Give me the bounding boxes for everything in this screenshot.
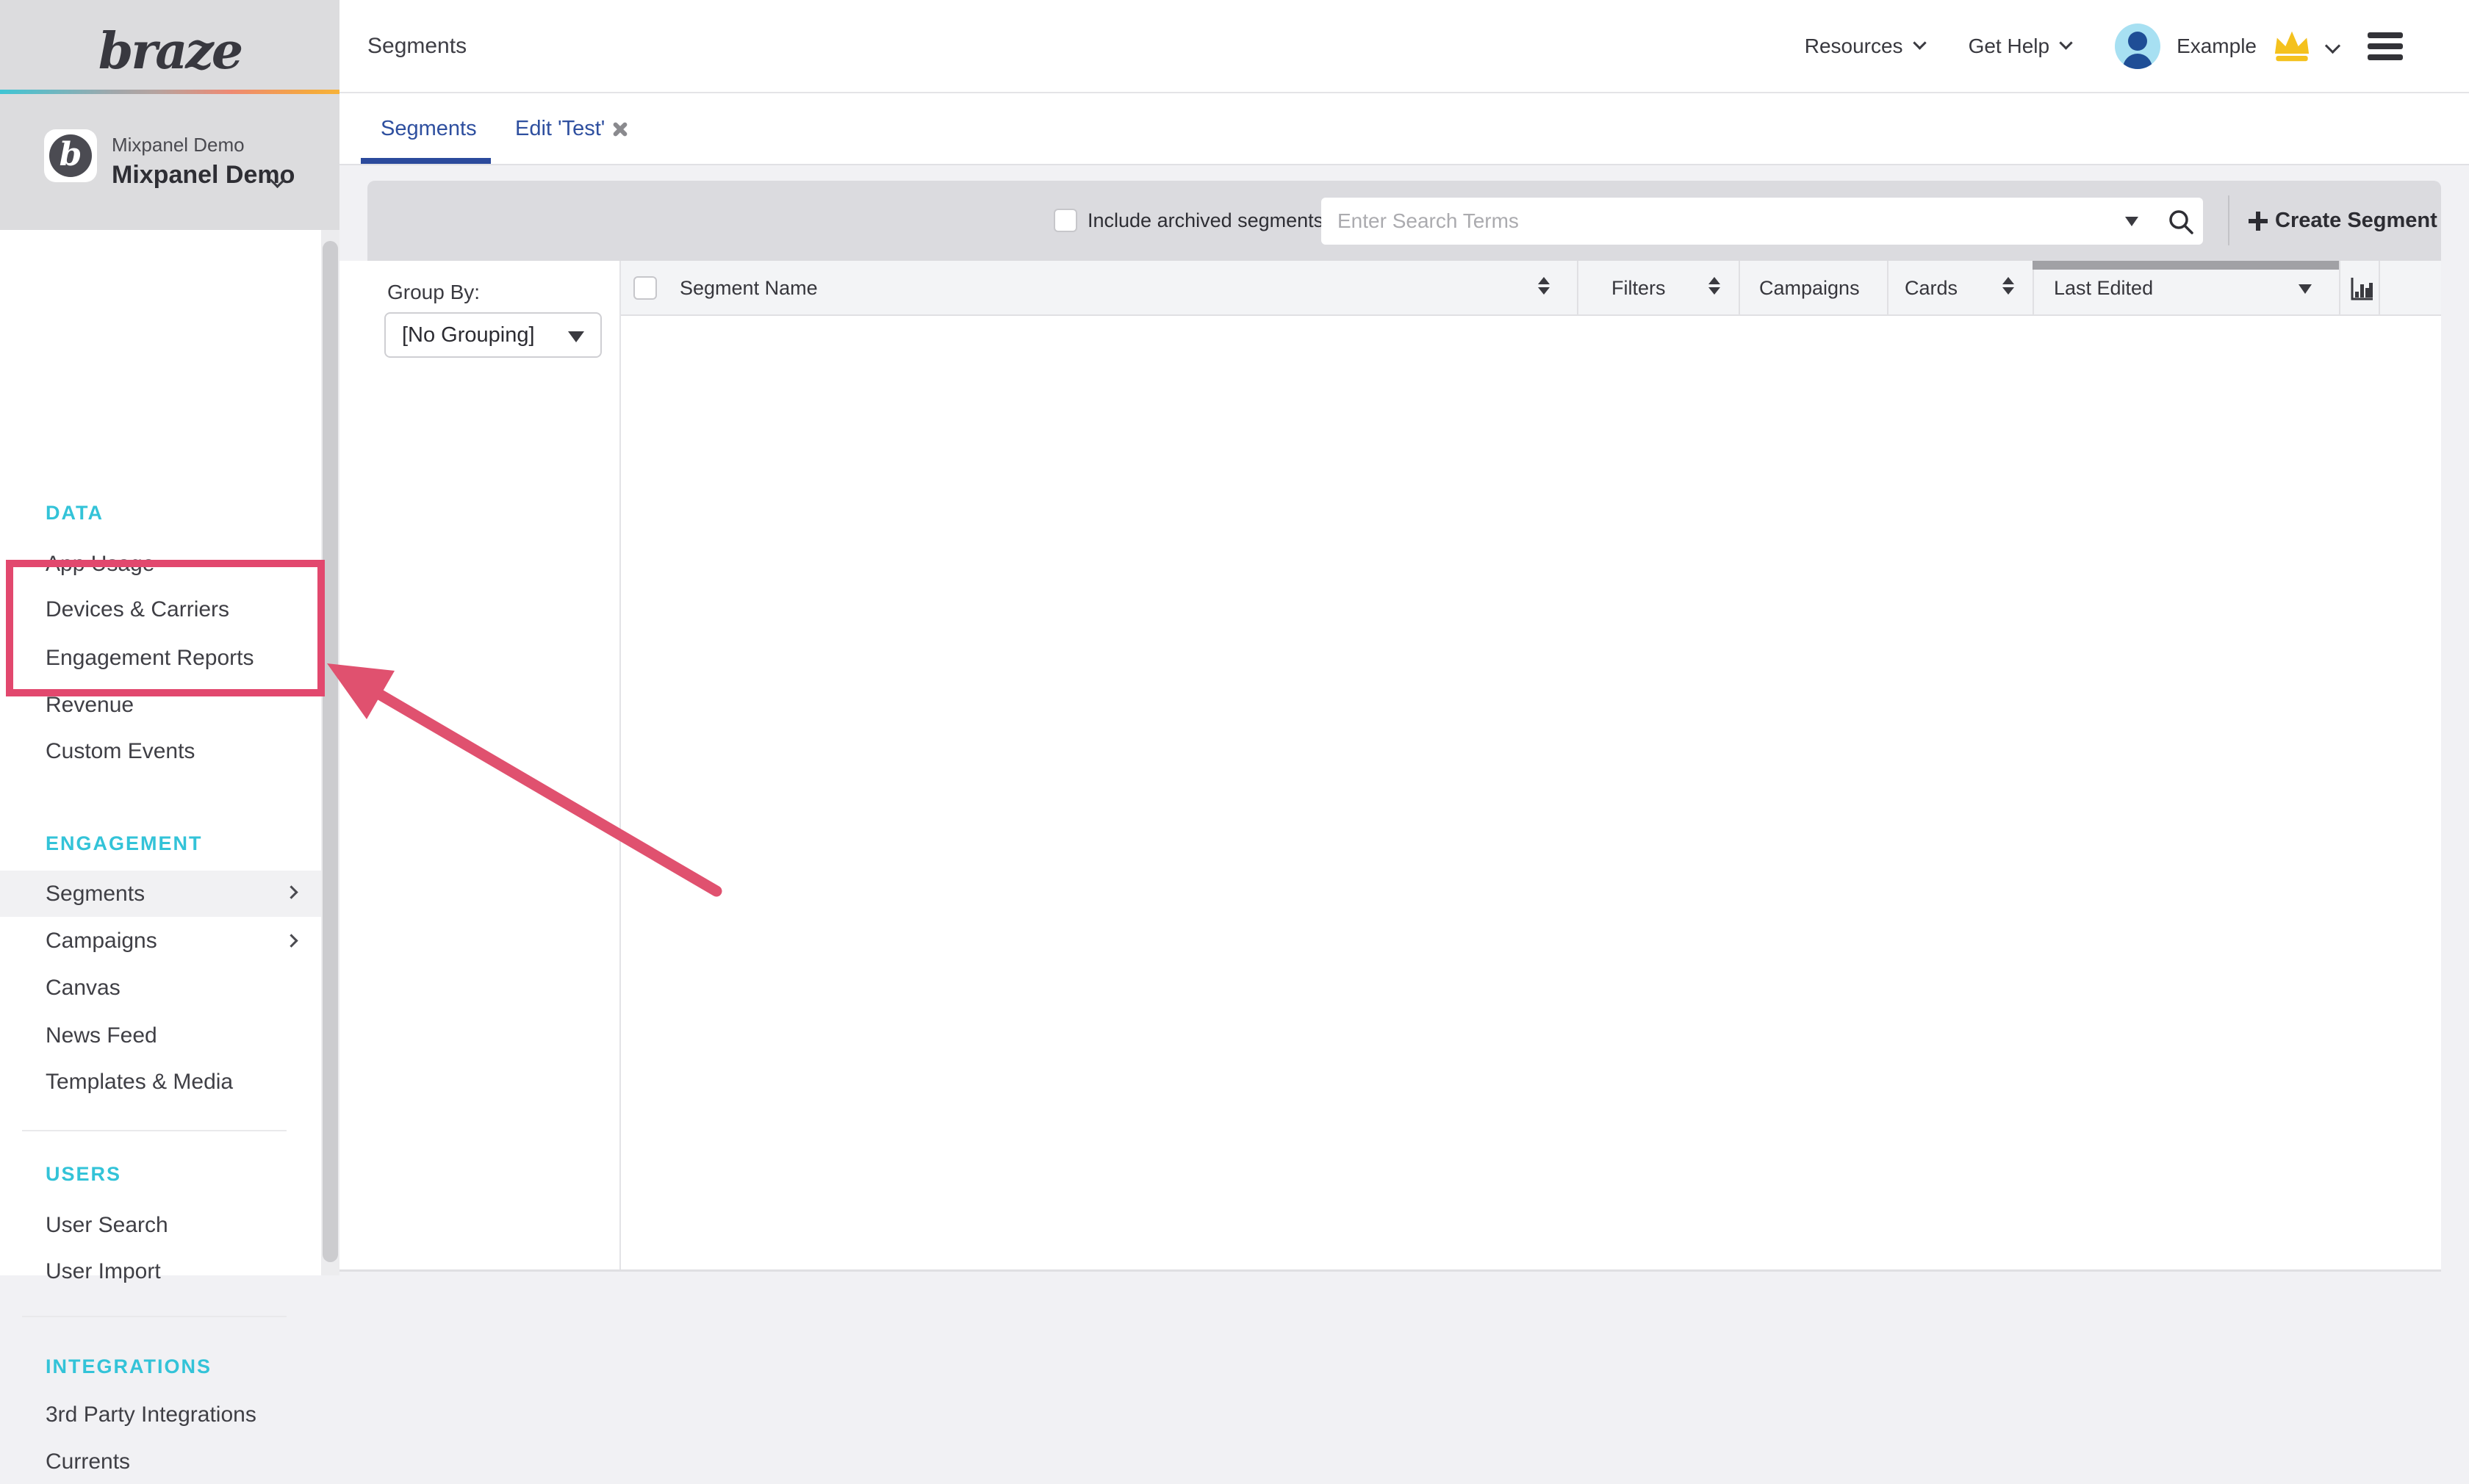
create-segment-button[interactable]: Create Segment [2249,181,2437,261]
sidebar-item-currents[interactable]: Currents [0,1440,321,1484]
divider [2228,195,2229,245]
sidebar-item-revenue[interactable]: Revenue [0,683,321,727]
crown-icon [2273,30,2311,62]
column-last-edited[interactable]: Last Edited [2054,261,2153,316]
group-by-value: [No Grouping] [402,314,535,356]
chevron-down-icon[interactable] [2325,38,2340,54]
sidebar-scrollbar[interactable] [321,230,339,1275]
column-cards[interactable]: Cards [1905,261,1958,316]
sort-icon[interactable] [1708,277,1720,295]
sidebar-item-templates-media[interactable]: Templates & Media [0,1060,321,1104]
tab-segments[interactable]: Segments [381,93,477,164]
column-segment-name[interactable]: Segment Name [680,261,818,316]
sidebar-item-devices-carriers[interactable]: Devices & Carriers [0,588,321,632]
sidebar-item-label: Segments [46,882,145,906]
group-by-panel: Group By: [No Grouping] [339,261,621,1269]
sidebar-item-custom-events[interactable]: Custom Events [0,730,321,774]
chevron-right-icon [284,885,298,898]
sidebar-item-app-usage[interactable]: App Usage [0,542,321,586]
chevron-right-icon [284,934,298,947]
sidebar-item-engagement-reports[interactable]: Engagement Reports [0,636,321,680]
select-all-checkbox[interactable] [633,276,657,300]
column-campaigns[interactable]: Campaigns [1759,261,1860,316]
user-name: Example [2177,35,2257,58]
bar-chart-icon[interactable] [2348,275,2376,303]
chevron-down-icon [1913,36,1926,49]
sort-icon[interactable] [2002,277,2014,295]
sidebar-item-segments[interactable]: Segments [0,871,321,917]
hamburger-menu-icon[interactable] [2368,32,2403,60]
section-title-users: USERS [46,1152,121,1196]
segments-table: Segment Name Filters Campaigns Cards Las… [621,261,2441,1269]
top-bar-right: Resources Get Help Example [1805,0,2403,92]
section-title-data: DATA [46,491,104,535]
group-by-select[interactable]: [No Grouping] [384,312,602,358]
sidebar-item-user-import[interactable]: User Import [0,1250,321,1294]
sidebar-header: braze b Mixpanel Demo Mixpanel Demo [0,0,339,230]
sidebar-item-campaigns[interactable]: Campaigns [0,919,321,963]
active-tab-underline [361,158,491,164]
sidebar-nav: DATA App Usage Devices & Carriers Engage… [0,230,321,1275]
include-archived-checkbox[interactable] [1054,209,1077,232]
page-title: Segments [367,0,467,92]
sidebar-item-user-search[interactable]: User Search [0,1203,321,1247]
section-title-integrations: INTEGRATIONS [46,1344,212,1388]
sidebar-item-3rd-party-integrations[interactable]: 3rd Party Integrations [0,1393,321,1437]
sidebar-item-news-feed[interactable]: News Feed [0,1014,321,1058]
get-help-label: Get Help [1969,35,2050,58]
sidebar-item-canvas[interactable]: Canvas [0,966,321,1010]
plus-icon [2249,212,2268,231]
scrollbar-thumb[interactable] [323,241,338,1262]
section-title-engagement: ENGAGEMENT [46,821,203,865]
divider [22,1130,287,1131]
close-icon[interactable] [610,120,629,139]
chevron-down-icon [2059,36,2072,49]
braze-logo: braze [0,15,339,88]
get-help-menu[interactable]: Get Help [1969,35,2071,58]
resources-menu[interactable]: Resources [1805,35,1924,58]
braze-b-icon: b [49,134,92,177]
group-by-label: Group By: [387,281,480,304]
divider [22,1316,287,1317]
resources-label: Resources [1805,35,1903,58]
search-input[interactable] [1321,198,2203,245]
content-bottom-border [339,1269,2441,1272]
sidebar-item-label: Campaigns [46,929,157,953]
workspace-app-icon: b [44,129,97,182]
tab-bar: Segments Edit 'Test' [339,93,2469,165]
sort-down-icon[interactable] [2299,284,2312,294]
top-bar: Segments Resources Get Help Example [339,0,2469,93]
include-archived-label: Include archived segments [1088,181,1323,261]
table-header: Segment Name Filters Campaigns Cards Las… [621,261,2441,316]
brand-gradient-bar [0,90,339,94]
create-segment-label: Create Segment [2275,181,2437,261]
dropdown-arrow-icon [568,331,584,342]
sort-icon[interactable] [1538,277,1550,295]
search-dropdown-arrow-icon[interactable] [2125,217,2138,226]
column-filters[interactable]: Filters [1611,261,1666,316]
workspace-switcher[interactable]: Mixpanel Demo [112,161,295,190]
segments-toolbar: Include archived segments Create Segment [367,181,2441,261]
search-icon[interactable] [2166,207,2196,237]
tab-edit-test[interactable]: Edit 'Test' [515,93,605,164]
avatar-person-icon [2128,32,2147,51]
workspace-app-label: Mixpanel Demo [112,134,245,156]
avatar[interactable] [2115,24,2160,69]
